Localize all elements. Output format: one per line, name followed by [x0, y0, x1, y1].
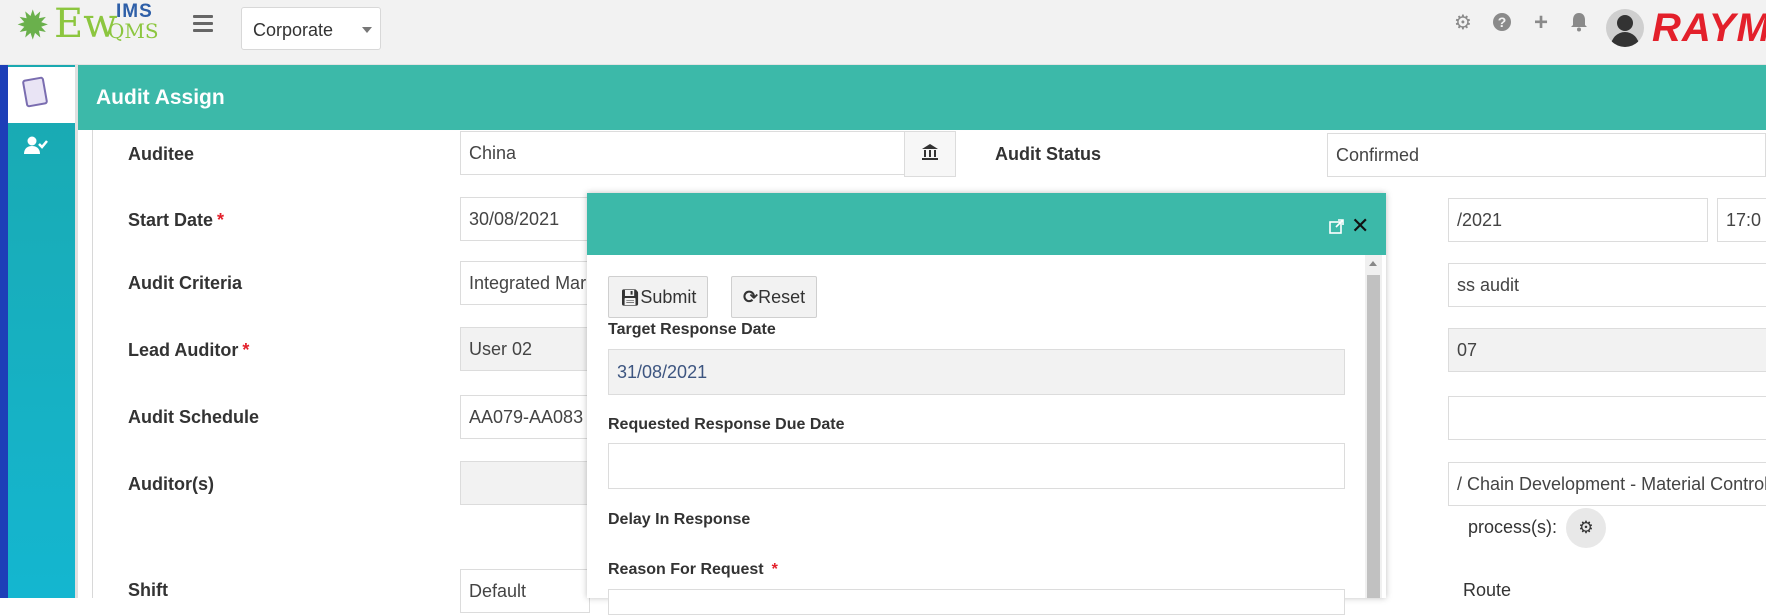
- submit-button[interactable]: 💾︎Submit: [608, 276, 709, 318]
- reason-label: Reason For Request *: [608, 561, 778, 578]
- auditors-field[interactable]: [460, 461, 590, 505]
- app-logo[interactable]: ✹ Ew IMS QMS: [16, 2, 166, 48]
- audit-schedule-label: Audit Schedule: [128, 407, 260, 427]
- start-date-field[interactable]: 30/08/2021: [460, 197, 590, 241]
- close-icon[interactable]: ✕: [1351, 213, 1369, 239]
- organization-select-value: Corporate: [253, 20, 334, 40]
- shift-field[interactable]: Default: [460, 569, 590, 613]
- sidebar: [0, 65, 75, 598]
- page-header: Audit Assign: [78, 65, 1766, 130]
- modal-scrollbar[interactable]: [1365, 255, 1382, 598]
- user-check-icon[interactable]: [24, 135, 48, 161]
- menu-toggle-icon[interactable]: [193, 15, 213, 33]
- lead-auditor-right-field[interactable]: 07: [1448, 328, 1766, 372]
- auditors-label: Auditor(s): [128, 474, 214, 494]
- gear-icon[interactable]: ⚙: [1452, 12, 1474, 34]
- lead-auditor-field[interactable]: User 02: [460, 327, 590, 371]
- audit-criteria-label: Audit Criteria: [128, 273, 243, 293]
- modal-header: ✕: [587, 193, 1386, 255]
- plus-icon[interactable]: +: [1530, 11, 1552, 35]
- svg-text:?: ?: [1498, 14, 1507, 30]
- gears-icon[interactable]: ⚙: [1566, 508, 1606, 548]
- external-link-icon[interactable]: [1329, 219, 1344, 238]
- audit-criteria-field[interactable]: Integrated Mar: [460, 261, 590, 305]
- help-icon[interactable]: ?: [1491, 12, 1513, 34]
- requested-due-field[interactable]: [608, 443, 1345, 489]
- audit-schedule-field[interactable]: AA079-AA083 I: [460, 395, 590, 439]
- bell-icon[interactable]: [1568, 12, 1590, 34]
- lead-auditor-label: Lead Auditor *: [128, 340, 250, 360]
- reset-button[interactable]: ⟳Reset: [731, 276, 818, 318]
- auditee-label: Auditee: [128, 144, 195, 164]
- auditee-field[interactable]: China: [460, 131, 905, 175]
- form-border: [92, 130, 93, 598]
- target-response-label: Target Response Date: [608, 321, 776, 338]
- process-field[interactable]: / Chain Development - Material Control,R…: [1448, 462, 1766, 506]
- chevron-down-icon: [362, 27, 372, 33]
- audit-type-field[interactable]: ss audit: [1448, 263, 1766, 307]
- target-response-field[interactable]: 31/08/2021: [608, 349, 1345, 395]
- bank-icon[interactable]: [904, 131, 956, 177]
- sidebar-stripe: [0, 65, 8, 598]
- brand-logo: RAYM: [1652, 6, 1766, 50]
- document-icon: [21, 76, 49, 108]
- audit-status-field[interactable]: Confirmed: [1327, 133, 1766, 177]
- delay-label: Delay In Response: [608, 511, 751, 528]
- page-title: Audit Assign: [96, 86, 225, 109]
- user-avatar[interactable]: [1606, 9, 1644, 47]
- logo-qms-text: QMS: [108, 19, 159, 43]
- end-time-field[interactable]: 17:0: [1717, 198, 1766, 242]
- top-bar: ✹ Ew IMS QMS Corporate ⚙ ? + RAYM: [0, 0, 1766, 65]
- requested-due-label: Requested Response Due Date: [608, 416, 845, 433]
- process-label: process(s):: [1468, 517, 1558, 537]
- refresh-icon: ⟳: [743, 287, 759, 307]
- start-date-label: Start Date *: [128, 210, 225, 230]
- end-date-field[interactable]: /2021: [1448, 198, 1708, 242]
- sidebar-item-documents[interactable]: [8, 67, 75, 123]
- organization-select[interactable]: Corporate: [241, 7, 381, 50]
- save-icon: 💾︎: [620, 290, 641, 307]
- audit-status-label: Audit Status: [995, 144, 1101, 164]
- scrollbar-thumb[interactable]: [1367, 275, 1380, 598]
- logo-sun-icon: ✹: [16, 4, 50, 48]
- audit-schedule-right-field[interactable]: [1448, 396, 1766, 440]
- reason-field[interactable]: [608, 589, 1345, 615]
- scroll-up-icon[interactable]: [1369, 261, 1377, 266]
- response-date-modal: ✕ 💾︎Submit ⟳Reset Target Response Date 3…: [587, 193, 1386, 615]
